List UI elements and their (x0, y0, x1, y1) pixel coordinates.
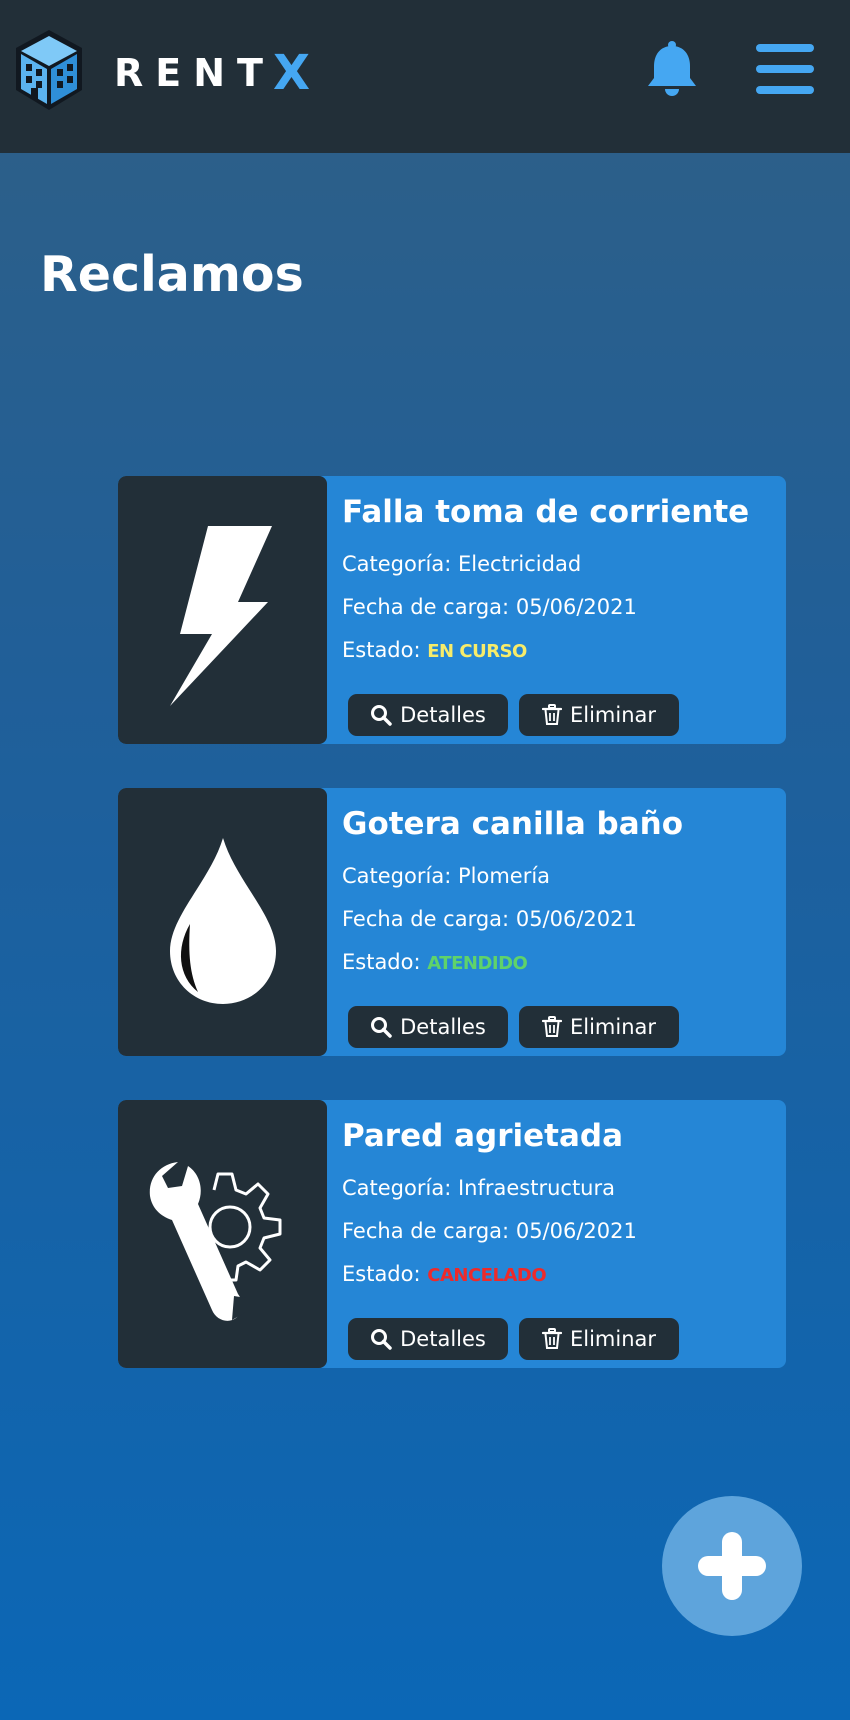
claim-date: Fecha de carga: 05/06/2021 (342, 595, 637, 619)
claim-icon-panel (118, 788, 327, 1056)
claim-icon-panel (118, 476, 327, 744)
building-cube-icon[interactable] (14, 28, 84, 112)
details-button[interactable]: Detalles (348, 1318, 508, 1360)
delete-button[interactable]: Eliminar (519, 694, 679, 736)
claim-category: Categoría: Plomería (342, 864, 550, 888)
page-title: Reclamos (40, 246, 304, 303)
claim-card: Pared agrietada Categoría: Infraestructu… (118, 1100, 786, 1368)
status-badge: ATENDIDO (427, 953, 528, 974)
date-label: Fecha de carga: (342, 1219, 510, 1243)
search-icon (371, 705, 392, 726)
status-label: Estado: (342, 638, 421, 662)
claim-title: Falla toma de corriente (342, 494, 750, 530)
date-value: 05/06/2021 (515, 595, 637, 619)
status-badge: CANCELADO (427, 1265, 547, 1286)
claim-title: Gotera canilla baño (342, 806, 684, 842)
bell-icon[interactable] (646, 40, 698, 98)
claim-status: Estado: EN CURSO (342, 638, 527, 662)
add-claim-button[interactable] (662, 1496, 802, 1636)
status-label: Estado: (342, 1262, 421, 1286)
date-label: Fecha de carga: (342, 907, 510, 931)
lightning-icon (170, 526, 272, 706)
claim-category: Categoría: Electricidad (342, 552, 581, 576)
claim-date: Fecha de carga: 05/06/2021 (342, 907, 637, 931)
date-value: 05/06/2021 (515, 1219, 637, 1243)
claim-card: Falla toma de corriente Categoría: Elect… (118, 476, 786, 744)
status-badge: EN CURSO (427, 641, 527, 662)
trash-icon (541, 704, 562, 725)
date-value: 05/06/2021 (515, 907, 637, 931)
brand-x: X (272, 45, 310, 101)
details-label: Detalles (400, 1015, 486, 1039)
date-label: Fecha de carga: (342, 595, 510, 619)
category-label: Categoría: (342, 552, 452, 576)
claim-icon-panel (118, 1100, 327, 1368)
details-button[interactable]: Detalles (348, 1006, 508, 1048)
search-icon (371, 1329, 392, 1350)
delete-label: Eliminar (569, 703, 657, 727)
trash-icon (541, 1328, 562, 1349)
brand-logo[interactable]: RENT X (114, 45, 310, 101)
water-drop-icon (170, 838, 276, 1004)
category-label: Categoría: (342, 1176, 452, 1200)
details-button[interactable]: Detalles (348, 694, 508, 736)
claim-category: Categoría: Infraestructura (342, 1176, 615, 1200)
hamburger-menu-icon[interactable] (756, 42, 814, 96)
wrench-gear-icon (149, 1162, 282, 1321)
claim-title: Pared agrietada (342, 1118, 623, 1154)
details-label: Detalles (400, 1327, 486, 1351)
category-value: Electricidad (457, 552, 582, 576)
claim-card: Gotera canilla baño Categoría: Plomería … (118, 788, 786, 1056)
details-label: Detalles (400, 703, 486, 727)
status-label: Estado: (342, 950, 421, 974)
delete-label: Eliminar (569, 1015, 657, 1039)
category-value: Plomería (457, 864, 551, 888)
plus-icon (698, 1532, 766, 1600)
delete-label: Eliminar (569, 1327, 657, 1351)
category-label: Categoría: (342, 864, 452, 888)
category-value: Infraestructura (457, 1176, 615, 1200)
trash-icon (541, 1016, 562, 1037)
delete-button[interactable]: Eliminar (519, 1006, 679, 1048)
claim-status: Estado: CANCELADO (342, 1262, 547, 1286)
top-bar: RENT X (0, 0, 850, 153)
claim-date: Fecha de carga: 05/06/2021 (342, 1219, 637, 1243)
search-icon (371, 1017, 392, 1038)
delete-button[interactable]: Eliminar (519, 1318, 679, 1360)
brand-name: RENT (114, 51, 275, 95)
claim-status: Estado: ATENDIDO (342, 950, 528, 974)
